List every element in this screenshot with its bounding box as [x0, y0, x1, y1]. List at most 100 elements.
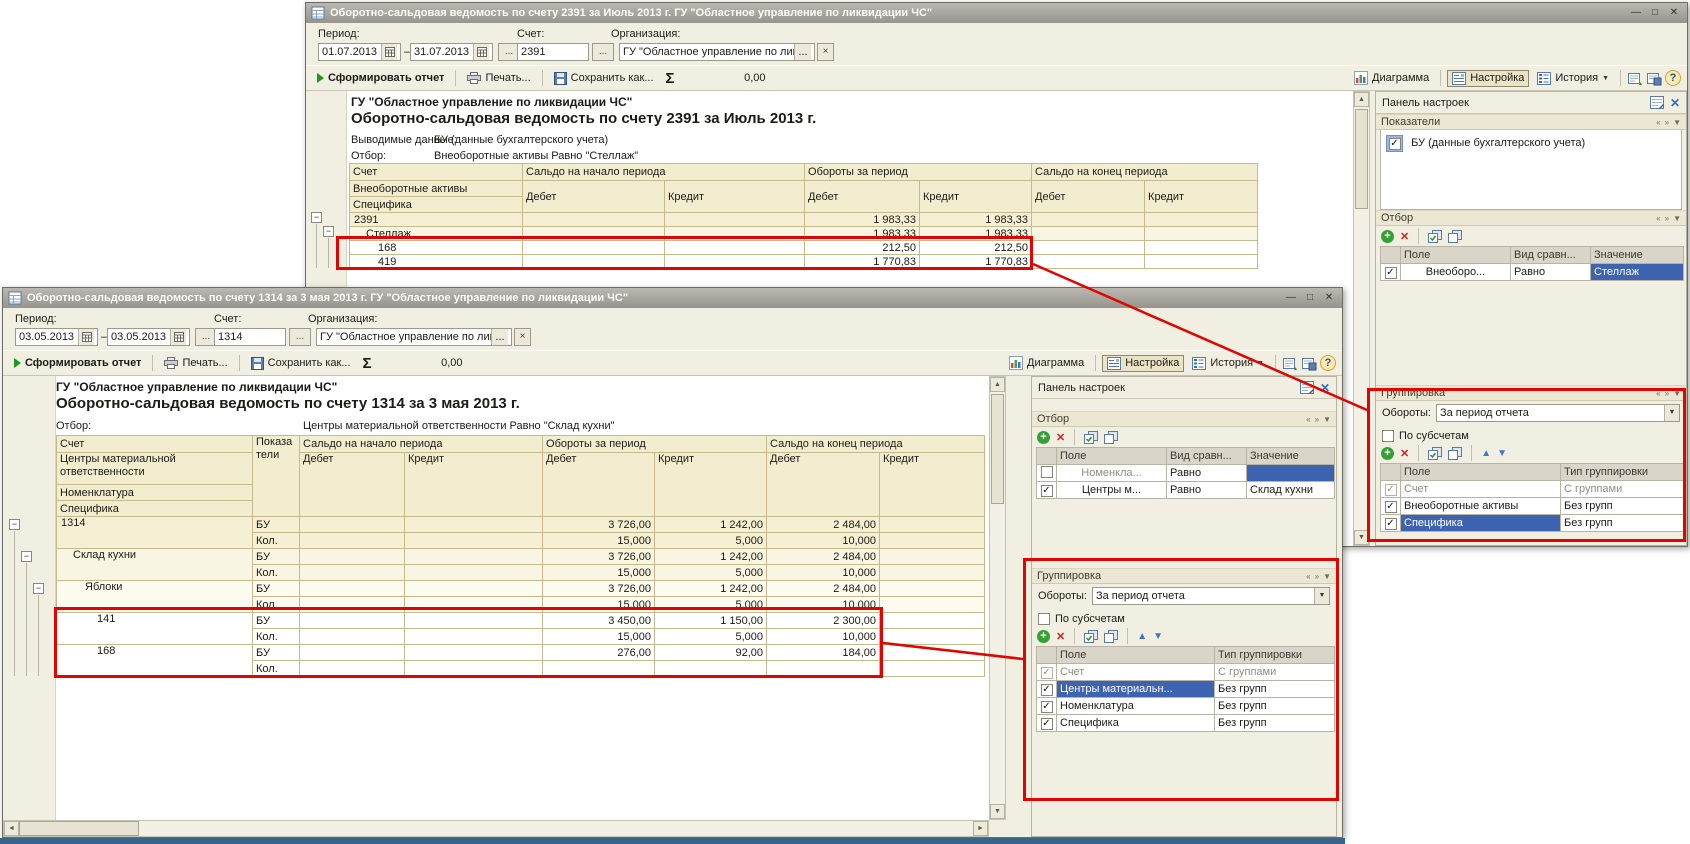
- empty-cell[interactable]: [880, 629, 985, 645]
- row-group-label[interactable]: Специфика: [57, 501, 253, 517]
- indicator-cell[interactable]: БУ: [253, 613, 300, 629]
- history-button[interactable]: История ▼: [1187, 355, 1269, 372]
- col-debit[interactable]: Дебет: [300, 453, 405, 517]
- add-row-button[interactable]: +: [1037, 431, 1050, 444]
- scroll-down-button[interactable]: ▼: [990, 804, 1005, 819]
- collapse-section-icon[interactable]: ▼: [1323, 415, 1331, 424]
- empty-cell[interactable]: [880, 661, 985, 677]
- field-cell[interactable]: Центры м...: [1057, 482, 1167, 499]
- grouping-row[interactable]: ✓ Центры материальн... Без групп: [1037, 681, 1335, 698]
- end-debit-cell[interactable]: 2 484,00: [767, 581, 880, 597]
- add-row-button[interactable]: +: [1381, 447, 1394, 460]
- empty-cell[interactable]: [300, 597, 405, 613]
- turnover-credit-cell[interactable]: 1 242,00: [655, 517, 767, 533]
- turnover-credit-cell[interactable]: 212,50: [920, 241, 1032, 255]
- period-to-field[interactable]: 31.07.2013: [410, 43, 493, 61]
- account-cell[interactable]: 419: [350, 255, 523, 269]
- col-account[interactable]: Счет: [57, 436, 253, 453]
- save-as-button[interactable]: Сохранить как...: [246, 355, 356, 372]
- turnover-debit-cell[interactable]: 3 726,00: [543, 549, 655, 565]
- section-grouping[interactable]: Группировка « » ▼: [1376, 385, 1686, 401]
- minimize-button[interactable]: —: [1283, 291, 1299, 305]
- filter-row[interactable]: ✓ Внеоборо... Равно Стеллаж: [1381, 264, 1684, 281]
- empty-cell[interactable]: [300, 629, 405, 645]
- row-checkbox[interactable]: ✓: [1041, 667, 1053, 679]
- col-group-type[interactable]: Тип группировки: [1561, 464, 1684, 481]
- title-bar[interactable]: Оборотно-сальдовая ведомость по счету 13…: [3, 288, 1342, 308]
- empty-cell[interactable]: [405, 565, 543, 581]
- save-settings-button[interactable]: [1301, 356, 1317, 371]
- field-cell[interactable]: Номенкла...: [1057, 465, 1167, 482]
- group-type-cell[interactable]: Без групп: [1561, 515, 1684, 532]
- grouping-row[interactable]: ✓ Внеоборотные активы Без групп: [1381, 498, 1684, 515]
- settings-button[interactable]: Настройка: [1102, 355, 1184, 372]
- col-start-balance[interactable]: Сальдо на начало периода: [300, 436, 543, 453]
- org-select-button[interactable]: ...: [794, 44, 811, 60]
- end-debit-cell[interactable]: 2 300,00: [767, 613, 880, 629]
- section-filter[interactable]: Отбор « » ▼: [1376, 210, 1686, 226]
- turnover-debit-cell[interactable]: 15,000: [543, 565, 655, 581]
- expand-right-icon[interactable]: »: [1315, 572, 1319, 581]
- empty-cell[interactable]: [1145, 227, 1258, 241]
- empty-cell[interactable]: [1032, 213, 1145, 227]
- clear-all-flags-icon[interactable]: [1448, 447, 1462, 460]
- account-select-button[interactable]: ...: [289, 328, 311, 346]
- clear-all-flags-icon[interactable]: [1104, 431, 1118, 444]
- history-button[interactable]: История ▼: [1532, 70, 1614, 87]
- turnover-dropdown[interactable]: За период отчета ▼: [1092, 587, 1330, 605]
- field-cell[interactable]: Счет: [1057, 664, 1215, 681]
- empty-cell[interactable]: [300, 645, 405, 661]
- close-button[interactable]: ✕: [1666, 6, 1682, 20]
- set-all-flags-icon[interactable]: [1428, 230, 1442, 243]
- turnover-debit-cell[interactable]: 1 983,33: [805, 227, 920, 241]
- indicator-cell[interactable]: Кол.: [253, 661, 300, 677]
- row-checkbox[interactable]: ✓: [1041, 718, 1053, 730]
- account-cell[interactable]: 2391: [350, 213, 523, 227]
- delete-row-button[interactable]: ✕: [1400, 230, 1409, 243]
- group-type-cell[interactable]: Без групп: [1215, 715, 1335, 732]
- compare-cell[interactable]: Равно: [1511, 264, 1591, 281]
- turnover-credit-cell[interactable]: 1 150,00: [655, 613, 767, 629]
- scroll-up-button[interactable]: ▲: [1354, 92, 1369, 107]
- panel-close-icon[interactable]: ✕: [1670, 96, 1680, 110]
- col-credit[interactable]: Кредит: [1145, 181, 1258, 213]
- vertical-scrollbar[interactable]: ▲ ▼: [989, 376, 1006, 820]
- period-from-field[interactable]: 03.05.2013: [15, 328, 98, 346]
- account-cell[interactable]: Яблоки: [57, 581, 253, 613]
- delete-row-button[interactable]: ✕: [1056, 630, 1065, 643]
- compare-cell[interactable]: Равно: [1167, 482, 1247, 499]
- org-field[interactable]: ГУ "Областное управление по ликви ...: [316, 328, 512, 346]
- end-debit-cell[interactable]: 2 484,00: [767, 549, 880, 565]
- account-cell[interactable]: 1314: [57, 517, 253, 549]
- indicator-cell[interactable]: Кол.: [253, 629, 300, 645]
- minimize-button[interactable]: —: [1628, 6, 1644, 20]
- subaccounts-checkbox[interactable]: [1038, 613, 1050, 625]
- row-checkbox[interactable]: ✓: [1041, 485, 1053, 497]
- indicator-label[interactable]: БУ (данные бухгалтерского учета): [1411, 137, 1585, 149]
- col-credit[interactable]: Кредит: [405, 453, 543, 517]
- help-button[interactable]: ?: [1320, 355, 1336, 371]
- maximize-button[interactable]: □: [1302, 291, 1318, 305]
- empty-cell[interactable]: [880, 645, 985, 661]
- empty-cell[interactable]: [405, 629, 543, 645]
- set-all-flags-icon[interactable]: [1428, 447, 1442, 460]
- generate-report-button[interactable]: Сформировать отчет: [312, 70, 449, 86]
- period-from-field[interactable]: 01.07.2013: [318, 43, 401, 61]
- generate-report-button[interactable]: Сформировать отчет: [9, 355, 146, 371]
- account-select-button[interactable]: ...: [592, 43, 614, 61]
- group-type-cell[interactable]: Без групп: [1561, 498, 1684, 515]
- subaccounts-checkbox[interactable]: [1382, 430, 1394, 442]
- turnover-debit-cell[interactable]: 212,50: [805, 241, 920, 255]
- empty-cell[interactable]: [405, 613, 543, 629]
- row-checkbox[interactable]: ✓: [1041, 684, 1053, 696]
- empty-cell[interactable]: [880, 581, 985, 597]
- indicator-cell[interactable]: Кол.: [253, 565, 300, 581]
- field-cell[interactable]: Специфика: [1057, 715, 1215, 732]
- move-up-icon[interactable]: ▲: [1137, 631, 1147, 642]
- empty-cell[interactable]: [1145, 241, 1258, 255]
- expand-right-icon[interactable]: »: [1315, 415, 1319, 424]
- field-cell[interactable]: Внеоборо...: [1401, 264, 1511, 281]
- empty-cell[interactable]: [523, 241, 665, 255]
- col-field[interactable]: Поле: [1401, 464, 1561, 481]
- help-button[interactable]: ?: [1665, 70, 1681, 86]
